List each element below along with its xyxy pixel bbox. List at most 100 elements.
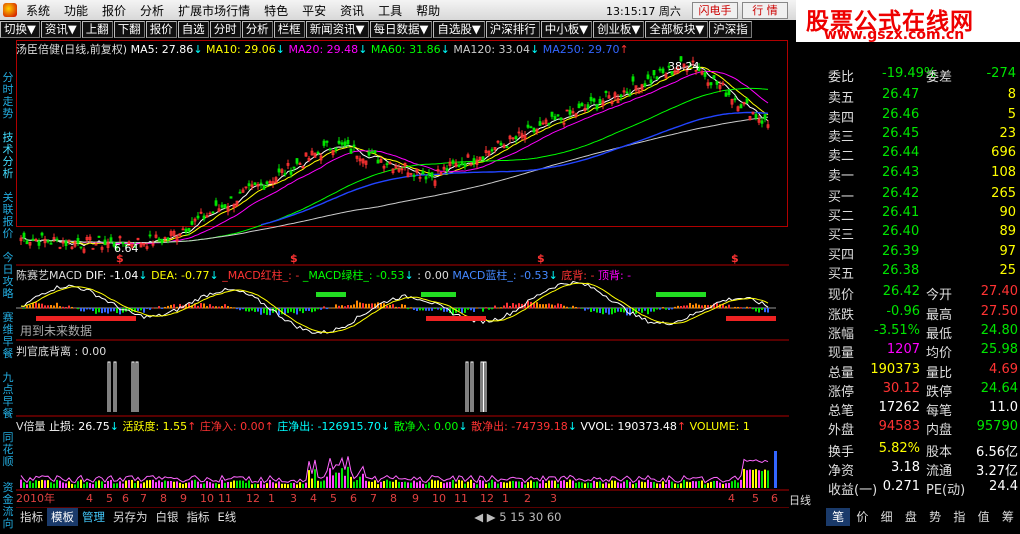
candle-body <box>25 240 29 245</box>
tab-indicator[interactable]: 指标 <box>16 508 47 526</box>
tab-template[interactable]: 模板 <box>47 508 78 526</box>
nav-strategy[interactable]: 今日攻略 <box>1 252 15 300</box>
macd-bar <box>260 308 262 315</box>
candle-body <box>556 114 560 117</box>
date-axis-tick: 6 <box>350 492 357 505</box>
stat-value: 30.12 <box>882 380 920 396</box>
right-tab[interactable]: 价 <box>850 508 874 526</box>
toolbar-switch[interactable]: 切换▼ <box>0 21 40 38</box>
nav-fund-flow[interactable]: 资金流向 <box>1 482 15 530</box>
volume-bar <box>269 479 271 488</box>
volume-bar <box>374 480 376 488</box>
macd-bar <box>317 308 319 310</box>
period-scroller[interactable]: ◀ ▶ 5 15 30 60 <box>470 508 565 526</box>
menu-news[interactable]: 资讯 <box>333 2 371 19</box>
macd-bar <box>293 308 295 314</box>
toolbar-my-stocks[interactable]: 自选股▼ <box>433 21 485 38</box>
right-tab[interactable]: 细 <box>875 508 899 526</box>
toolbar-all-sectors[interactable]: 全部板块▼ <box>645 21 709 38</box>
volume-bar <box>344 475 346 488</box>
stat-value-2: 24.4 <box>989 479 1018 495</box>
nav-intraday[interactable]: 分时走势 <box>1 72 15 120</box>
macd-bar <box>74 307 76 309</box>
right-tab[interactable]: 盘 <box>899 508 923 526</box>
right-tab[interactable]: 势 <box>923 508 947 526</box>
toolbar-quote[interactable]: 报价 <box>145 21 177 38</box>
right-tab[interactable]: 笔 <box>826 508 851 526</box>
dif-line <box>20 280 769 334</box>
nav-related[interactable]: 关联报价 <box>1 192 15 240</box>
ma120-label: MA120: 33.04 <box>453 43 531 56</box>
volume-bar <box>332 475 334 488</box>
candle-body <box>703 72 707 77</box>
candle-body <box>505 146 509 149</box>
toolbar-ranking[interactable]: 沪深排行 <box>485 21 540 38</box>
stat-value: 190373 <box>870 361 920 377</box>
volume-bar <box>518 481 520 488</box>
macd-bar <box>506 302 508 309</box>
volume-bar <box>731 481 733 488</box>
macd-bar <box>323 306 325 309</box>
volume-bar <box>692 481 694 488</box>
menu-pingan[interactable]: 平安 <box>295 2 333 19</box>
menu-quote[interactable]: 报价 <box>95 2 133 19</box>
quote-stat: 涨跌 -0.96 最高 27.50 <box>826 304 1020 323</box>
volume-bar <box>275 483 277 488</box>
tab-save-as[interactable]: 另存为 <box>109 508 152 526</box>
volume-bar <box>605 482 607 488</box>
tab-manage[interactable]: 管理 <box>78 508 109 526</box>
volume-bar <box>635 483 637 488</box>
volume-bar <box>119 481 121 488</box>
menu-analysis[interactable]: 分析 <box>133 2 171 19</box>
right-tab[interactable]: 值 <box>972 508 996 526</box>
date-axis-tick: 4 <box>310 492 317 505</box>
nav-ths[interactable]: 同花顺 <box>1 432 15 468</box>
toolbar-watchlist[interactable]: 自选 <box>177 21 209 38</box>
tab-indicator-2[interactable]: 指标 <box>183 508 214 526</box>
toolbar-index[interactable]: 沪深指 <box>709 21 752 38</box>
tab-eline[interactable]: E线 <box>214 508 241 526</box>
menu-extended-market[interactable]: 扩展市场行情 <box>171 2 257 19</box>
date-axis-tick: 12 <box>480 492 494 505</box>
stat-value: 17262 <box>878 400 920 416</box>
macd-bar <box>491 308 493 310</box>
macd-bar <box>290 308 292 312</box>
date-axis-tick: 12 <box>246 492 260 505</box>
menu-system[interactable]: 系统 <box>19 2 57 19</box>
toolbar-frame[interactable]: 栏框 <box>273 21 305 38</box>
toolbar-info[interactable]: 资讯▼ <box>40 21 81 38</box>
macd-bar <box>311 308 313 313</box>
toolbar-news[interactable]: 新闻资讯▼ <box>305 21 369 38</box>
tab-silver[interactable]: 白银 <box>152 508 183 526</box>
toolbar-gem-board[interactable]: 创业板▼ <box>593 21 645 38</box>
toolbar-intraday[interactable]: 分时 <box>209 21 241 38</box>
sell-level: 卖一 26.43 108 <box>826 165 1020 184</box>
toolbar-page-up[interactable]: 上翻 <box>81 21 113 38</box>
buy-volume: 89 <box>999 224 1016 240</box>
toolbar-analysis[interactable]: 分析 <box>241 21 273 38</box>
macd-red-band <box>726 316 776 321</box>
candle-body <box>649 79 653 84</box>
toolbar-daily-data[interactable]: 每日数据▼ <box>369 21 433 38</box>
menu-tools[interactable]: 工具 <box>371 2 409 19</box>
nav-nine-am[interactable]: 九点早餐 <box>1 372 15 420</box>
macd-bar <box>329 307 331 309</box>
menu-function[interactable]: 功能 <box>57 2 95 19</box>
right-tab[interactable]: 筹 <box>996 508 1020 526</box>
nav-technical[interactable]: 技术分析 <box>1 132 15 180</box>
nav-saiwei[interactable]: 赛维早餐 <box>1 312 15 360</box>
stat-value-2: 27.50 <box>980 303 1018 319</box>
flash-trade-button[interactable]: 闪电手 <box>692 2 738 19</box>
volume-bar <box>323 480 325 488</box>
volume-bar <box>38 480 40 488</box>
macd-bar <box>644 308 646 311</box>
right-tab[interactable]: 指 <box>947 508 971 526</box>
stat-label-2: 每笔 <box>926 404 953 420</box>
toolbar-page-down[interactable]: 下翻 <box>113 21 145 38</box>
menu-help[interactable]: 帮助 <box>409 2 447 19</box>
menu-feature[interactable]: 特色 <box>257 2 295 19</box>
toolbar-sme-board[interactable]: 中小板▼ <box>540 21 593 38</box>
market-button[interactable]: 行 情 <box>742 2 788 19</box>
candle-body <box>715 81 719 85</box>
volume-bar <box>320 481 322 488</box>
